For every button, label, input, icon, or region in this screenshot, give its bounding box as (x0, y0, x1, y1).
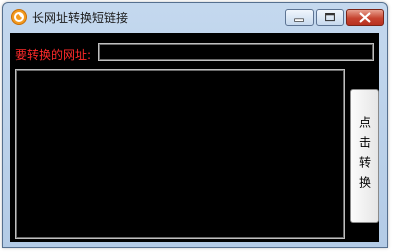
minimize-icon (294, 18, 304, 22)
maximize-icon (325, 13, 335, 22)
minimize-button[interactable] (285, 9, 314, 26)
close-icon (359, 12, 371, 23)
convert-button-label: 点击转换 (357, 116, 372, 196)
output-textarea[interactable] (15, 69, 345, 239)
window-title: 长网址转换短链接 (32, 11, 129, 25)
url-input[interactable] (98, 43, 374, 61)
title-bar[interactable]: 长网址转换短链接 (3, 3, 387, 30)
url-label: 要转换的网址: (15, 48, 92, 62)
client-area: 要转换的网址: 点击转换 (10, 33, 379, 242)
app-icon (11, 9, 27, 25)
convert-button[interactable]: 点击转换 (350, 89, 379, 223)
maximize-button[interactable] (316, 9, 344, 26)
app-window: 长网址转换短链接 要转换的网址: 点击转换 (2, 2, 388, 248)
close-button[interactable] (346, 9, 384, 26)
